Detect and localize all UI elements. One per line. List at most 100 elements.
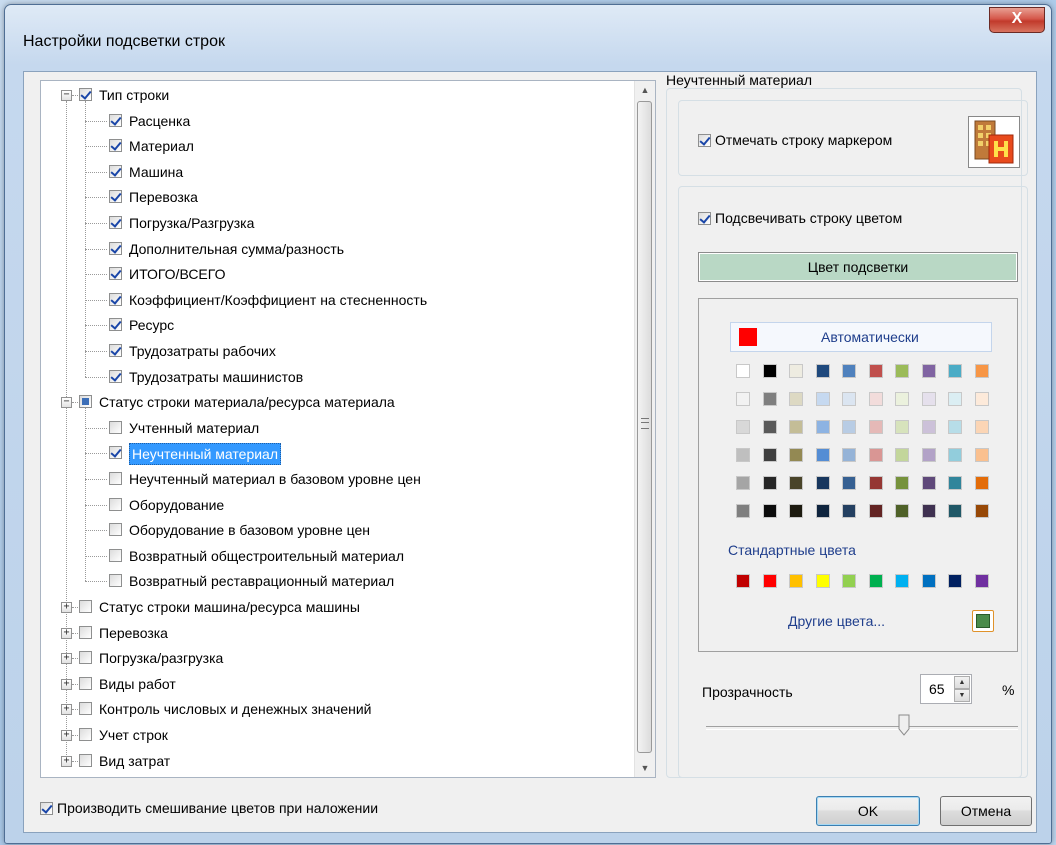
tree-item[interactable]: Оборудование в базовом уровне цен [41, 518, 635, 542]
scroll-up-arrow-icon[interactable]: ▲ [635, 81, 655, 99]
tree-item-checkbox[interactable] [79, 600, 92, 613]
tree-item[interactable]: Материал [41, 134, 635, 158]
mark-with-marker-check[interactable] [698, 134, 711, 147]
tree-item[interactable]: Коэффициент/Коэффициент на стесненность [41, 288, 635, 312]
theme-color-swatch[interactable] [842, 476, 856, 490]
other-colors-link[interactable]: Другие цвета... [788, 613, 885, 629]
tree-item-checkbox[interactable] [109, 523, 122, 537]
tree-item[interactable]: Возвратный реставрационный материал [41, 569, 635, 593]
tree-item-checkbox[interactable] [79, 625, 92, 639]
tree-item-checkbox[interactable] [79, 395, 92, 409]
tree-item-checkbox[interactable] [109, 446, 122, 460]
theme-color-swatch[interactable] [948, 504, 962, 518]
expand-icon[interactable]: + [61, 653, 72, 665]
blend-colors-check[interactable] [40, 802, 53, 815]
tree-item-checkbox[interactable] [109, 139, 122, 153]
tree-item-checkbox[interactable] [79, 676, 92, 690]
tree-item[interactable]: + Вид затрат [41, 749, 635, 773]
theme-color-swatch[interactable] [842, 392, 856, 406]
scroll-down-arrow-icon[interactable]: ▼ [635, 759, 655, 777]
tree-item[interactable]: + Погрузка/разгрузка [41, 646, 635, 670]
tree-item-checkbox[interactable] [109, 548, 122, 562]
theme-color-swatch[interactable] [948, 476, 962, 490]
tree-item-checkbox[interactable] [109, 497, 122, 511]
tree-item[interactable]: − Тип строки [41, 83, 635, 107]
tree-item[interactable]: Перевозка [41, 185, 635, 209]
tree-item[interactable]: Возвратный общестроительный материал [41, 544, 635, 568]
standard-color-swatch[interactable] [762, 574, 777, 588]
theme-color-swatch[interactable] [736, 476, 750, 490]
tree-item[interactable]: + Учет строк [41, 723, 635, 747]
transparency-value[interactable]: 65 [929, 681, 945, 697]
theme-color-swatch[interactable] [895, 476, 909, 490]
theme-color-swatch[interactable] [842, 364, 856, 378]
theme-color-swatch[interactable] [921, 476, 936, 490]
tree-item[interactable]: Оборудование [41, 493, 635, 517]
theme-color-swatch[interactable] [895, 420, 909, 434]
theme-color-swatch[interactable] [789, 364, 803, 378]
mark-with-marker-checkbox[interactable]: Отмечать строку маркером [698, 132, 892, 148]
tree-item[interactable]: Учтенный материал [41, 416, 635, 440]
theme-color-swatch[interactable] [974, 504, 989, 518]
theme-color-swatch[interactable] [921, 448, 936, 462]
theme-color-swatch[interactable] [789, 392, 803, 406]
theme-color-swatch[interactable] [736, 392, 750, 406]
tree-item[interactable]: + Статус строки машина/ресурса машины [41, 595, 635, 619]
theme-color-swatch[interactable] [948, 448, 962, 462]
other-color-button[interactable] [972, 610, 994, 632]
tree-item-checkbox[interactable] [79, 702, 92, 716]
expand-icon[interactable]: + [61, 602, 72, 613]
theme-color-swatch[interactable] [815, 504, 830, 518]
transparency-slider-thumb[interactable] [898, 714, 910, 736]
theme-color-swatch[interactable] [868, 476, 883, 490]
theme-color-swatch[interactable] [789, 476, 803, 490]
spin-down-icon[interactable]: ▼ [954, 689, 970, 702]
theme-color-swatch[interactable] [868, 420, 883, 434]
theme-color-swatch[interactable] [815, 476, 830, 490]
tree-item-checkbox[interactable] [109, 241, 122, 255]
theme-color-swatch[interactable] [974, 448, 989, 462]
theme-color-swatch[interactable] [974, 420, 989, 434]
scroll-thumb[interactable] [637, 101, 652, 753]
theme-color-swatch[interactable] [974, 364, 989, 378]
marker-icon[interactable] [968, 116, 1020, 168]
tree-item-checkbox[interactable] [109, 292, 122, 306]
tree-item-checkbox[interactable] [109, 267, 122, 281]
blend-colors-checkbox[interactable]: Производить смешивание цветов при наложе… [40, 800, 378, 816]
theme-color-swatch[interactable] [815, 364, 830, 378]
transparency-slider-track[interactable] [706, 726, 1018, 730]
theme-color-swatch[interactable] [815, 392, 830, 406]
transparency-spinbox[interactable]: 65 ▲ ▼ [920, 674, 972, 704]
theme-color-swatch[interactable] [895, 392, 909, 406]
expand-icon[interactable]: + [61, 678, 72, 690]
expand-icon[interactable]: + [61, 730, 72, 741]
tree-item-checkbox[interactable] [79, 651, 92, 665]
standard-color-swatch[interactable] [921, 574, 936, 588]
cancel-button[interactable]: Отмена [940, 796, 1032, 826]
expand-icon[interactable]: + [61, 755, 72, 767]
theme-color-swatch[interactable] [815, 420, 830, 434]
standard-color-swatch[interactable] [736, 574, 750, 588]
tree-item[interactable]: + Перевозка [41, 621, 635, 645]
tree-item-checkbox[interactable] [109, 344, 122, 357]
standard-color-swatch[interactable] [789, 574, 803, 588]
theme-color-swatch[interactable] [974, 476, 989, 490]
standard-color-swatch[interactable] [815, 574, 830, 588]
ok-button[interactable]: OK [816, 796, 920, 826]
theme-color-swatch[interactable] [842, 504, 856, 518]
tree-item[interactable]: Ресурс [41, 313, 635, 337]
standard-color-swatch[interactable] [948, 574, 962, 588]
tree-item[interactable]: Трудозатраты рабочих [41, 339, 635, 363]
tree-item[interactable]: Неучтенный материал [41, 441, 635, 466]
tree-scrollbar[interactable]: ▲ ▼ [634, 81, 655, 777]
tree-item-checkbox[interactable] [109, 113, 122, 127]
theme-color-swatch[interactable] [789, 420, 803, 434]
tree-item[interactable]: − Статус строки материала/ресурса материа… [41, 390, 635, 414]
theme-color-swatch[interactable] [948, 364, 962, 378]
theme-color-swatch[interactable] [948, 392, 962, 406]
tree-item-checkbox[interactable] [79, 753, 92, 767]
standard-color-swatch[interactable] [842, 574, 856, 588]
highlight-with-color-check[interactable] [698, 212, 711, 225]
theme-color-swatch[interactable] [948, 420, 962, 434]
standard-color-swatch[interactable] [868, 574, 883, 588]
